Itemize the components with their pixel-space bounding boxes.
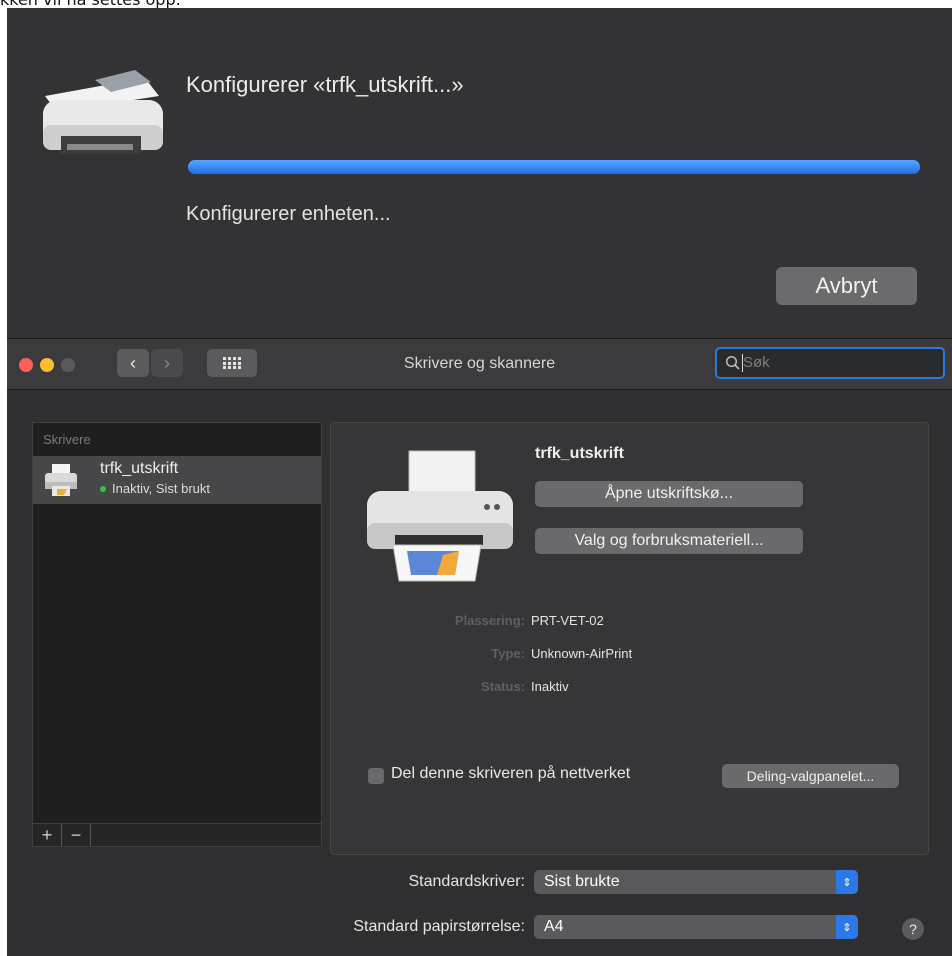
list-footer: + − (32, 823, 322, 847)
search-placeholder: Søk (743, 354, 770, 371)
add-printer-button[interactable]: + (33, 824, 62, 846)
type-label: Type: (491, 646, 525, 661)
default-printer-value: Sist brukte (544, 873, 620, 890)
default-printer-label: Standardskriver: (408, 873, 526, 890)
help-button[interactable]: ? (902, 918, 924, 940)
printer-details-panel: trfk_utskrift Åpne utskriftskø... Valg o… (330, 422, 929, 855)
printer-large-icon (367, 450, 513, 582)
status-label: Status: (480, 679, 525, 694)
remove-printer-button[interactable]: − (62, 824, 91, 846)
status-dot-icon (100, 485, 106, 492)
type-value: Unknown-AirPrint (531, 646, 633, 661)
progress-bar (188, 160, 920, 174)
window-titlebar: ‹ › Skrivere og skannere Søk (7, 339, 952, 390)
cancel-button[interactable]: Avbryt (776, 267, 917, 305)
default-paper-value: A4 (544, 918, 564, 935)
printer-title: trfk_utskrift (535, 445, 624, 462)
printer-status: Inaktiv, Sist brukt (100, 481, 210, 496)
chevron-updown-icon: ⇕ (836, 870, 858, 894)
screenshot-area: Konfigurerer «trfk_utskrift...» Konfigur… (7, 8, 952, 956)
status-value: Inaktiv (531, 679, 569, 694)
share-printer-checkbox[interactable] (368, 768, 384, 784)
location-value: PRT-VET-02 (531, 613, 604, 628)
printer-list[interactable]: Skrivere trfk_utskrift Inaktiv, Sist bru… (32, 422, 322, 845)
printer-status-text: Inaktiv, Sist brukt (112, 481, 211, 496)
progress-fill (188, 160, 920, 174)
search-icon (725, 355, 740, 370)
printer-list-item[interactable]: trfk_utskrift Inaktiv, Sist brukt (33, 456, 321, 504)
options-supplies-button[interactable]: Valg og forbruksmateriell... (535, 528, 803, 554)
search-field[interactable]: Søk (715, 347, 945, 379)
printer-icon (45, 464, 77, 496)
configuring-sheet: Konfigurerer «trfk_utskrift...» Konfigur… (7, 8, 952, 339)
chevron-updown-icon: ⇕ (836, 915, 858, 939)
default-printer-popup[interactable]: Sist brukte ⇕ (534, 870, 858, 894)
sheet-status: Konfigurerer enheten... (186, 203, 391, 225)
default-paper-label: Standard papirstørrelse: (353, 918, 525, 935)
sharing-preferences-button[interactable]: Deling-valgpanelet... (722, 764, 899, 788)
location-label: Plassering: (454, 613, 525, 628)
printer-name: trfk_utskrift (100, 460, 179, 477)
printer-list-header: Skrivere (43, 432, 91, 447)
sheet-title: Konfigurerer «trfk_utskrift...» (186, 72, 464, 97)
open-print-queue-button[interactable]: Åpne utskriftskø... (535, 481, 803, 507)
preferences-content: Skrivere trfk_utskrift Inaktiv, Sist bru… (7, 390, 952, 956)
printer-icon (43, 70, 163, 154)
share-printer-label[interactable]: Del denne skriveren på nettverket (391, 765, 630, 783)
default-paper-popup[interactable]: A4 ⇕ (534, 915, 858, 939)
